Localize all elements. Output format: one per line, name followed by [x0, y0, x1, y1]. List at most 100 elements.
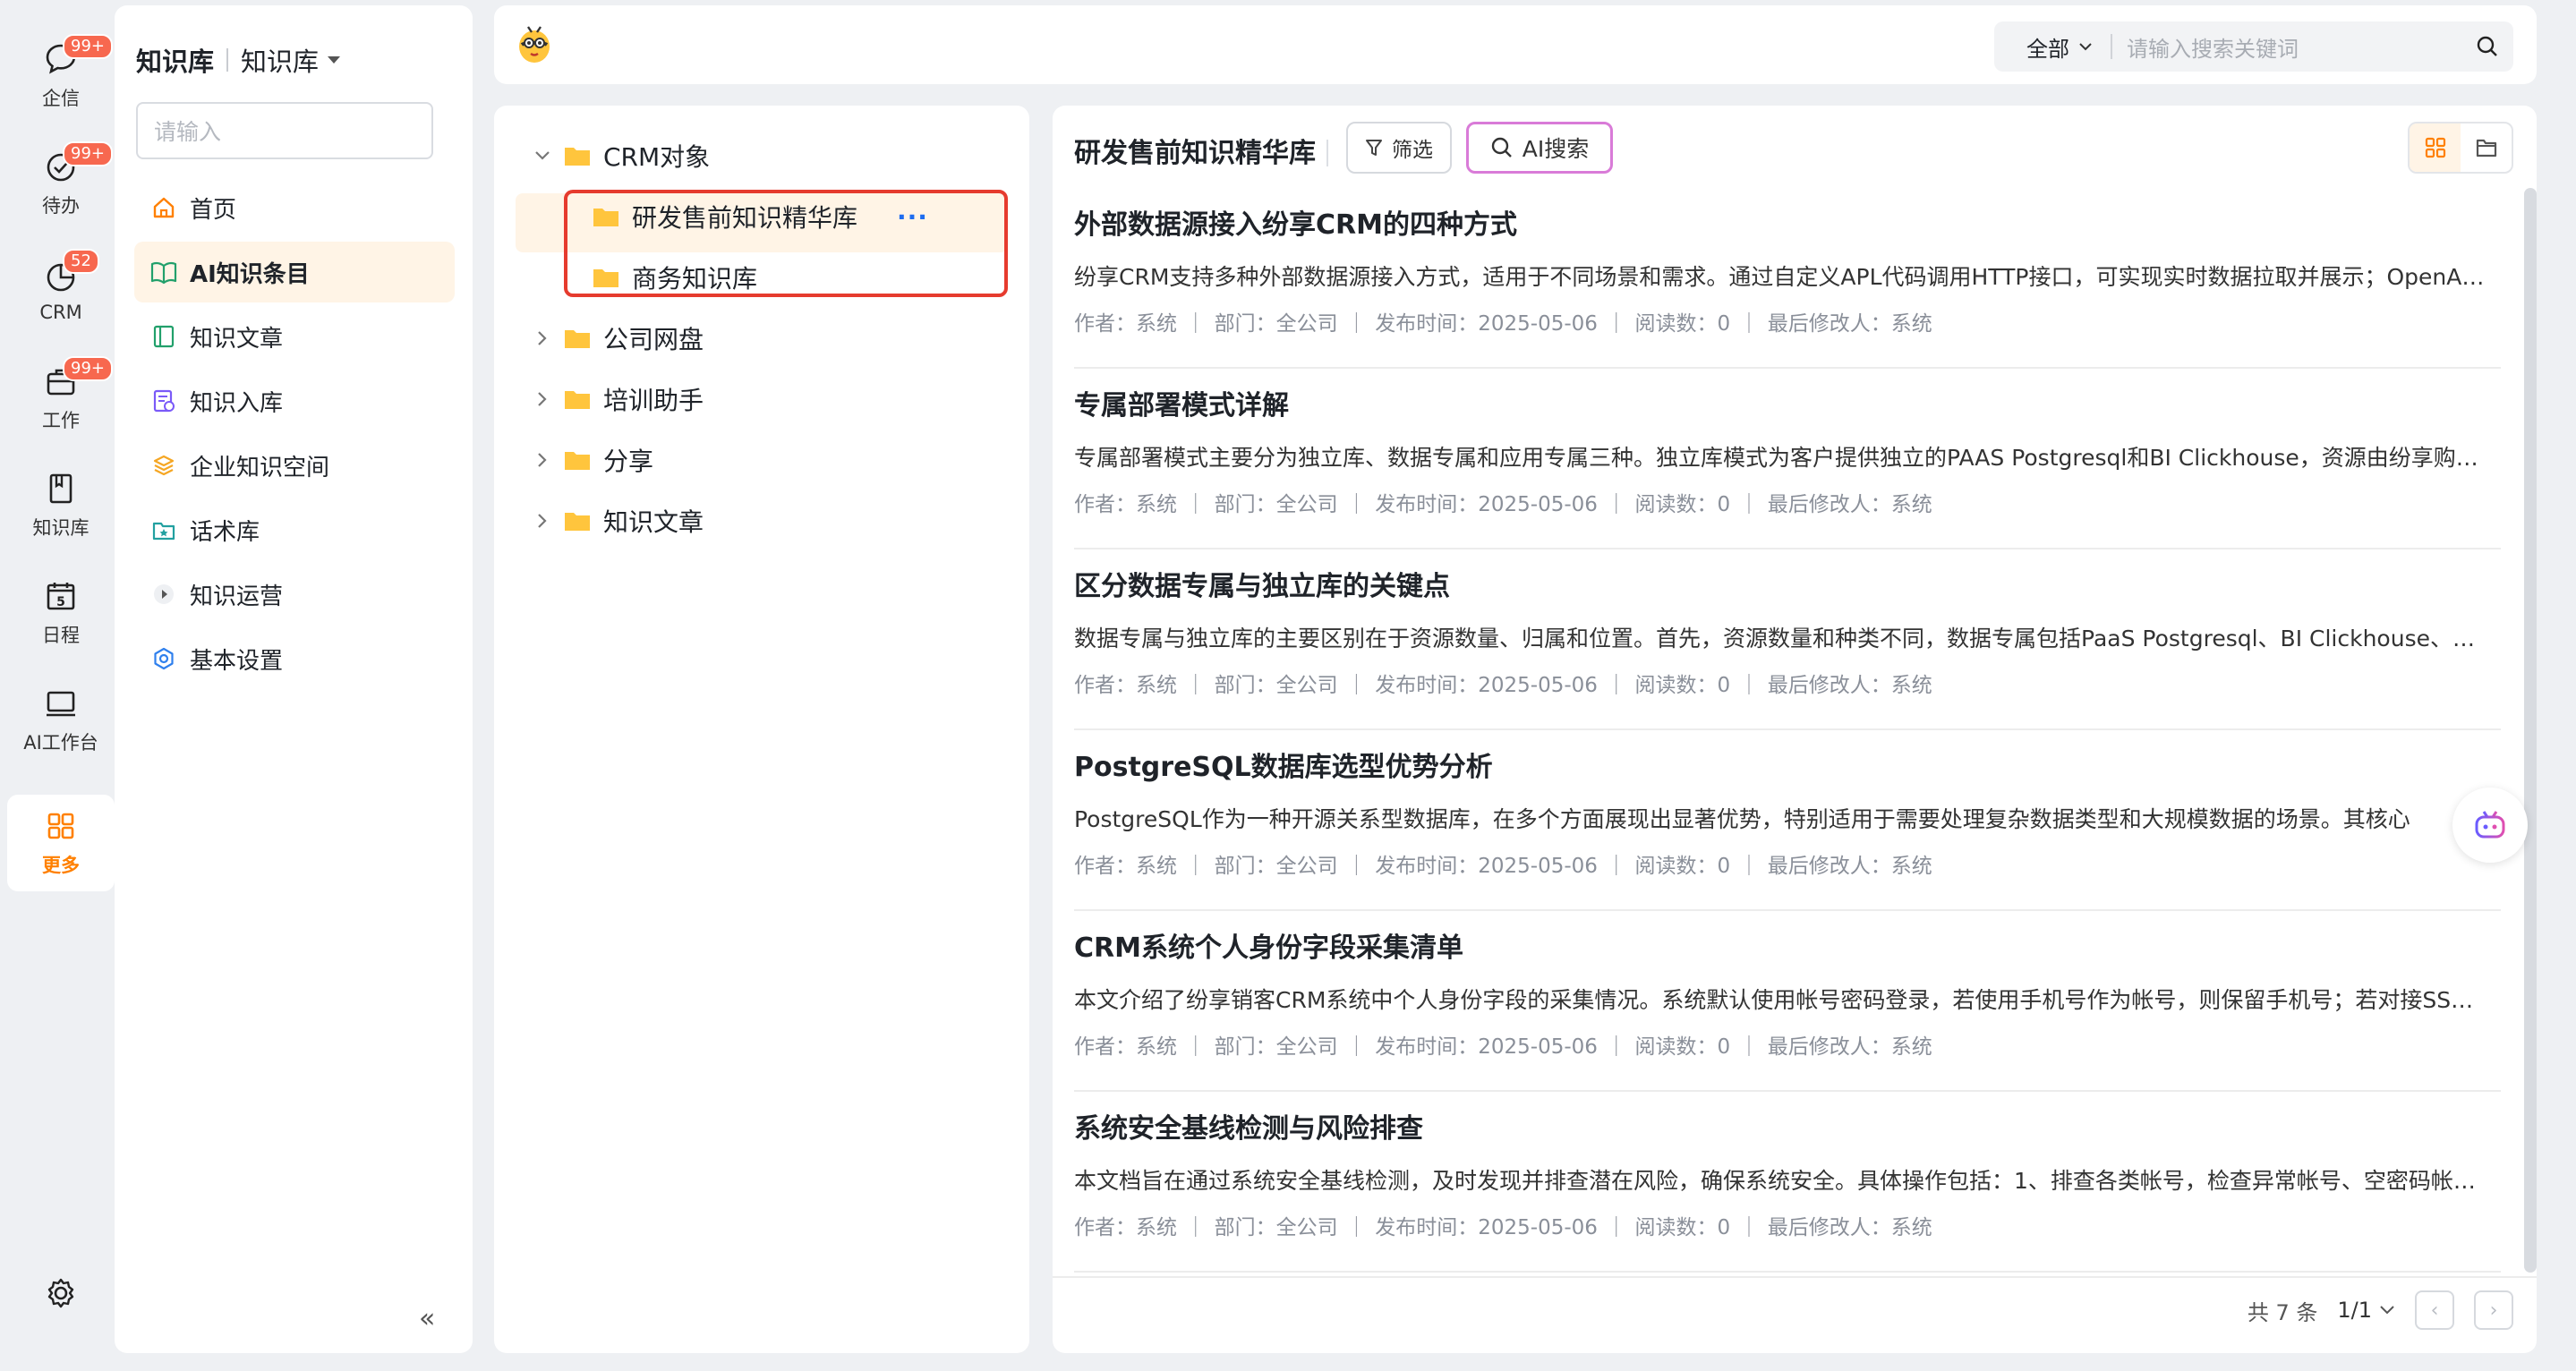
chevron-right-icon[interactable]: [533, 512, 551, 530]
article-summary: PostgreSQL作为一种开源关系型数据库，在多个方面展现出显著优势，特别适用…: [1074, 806, 2410, 832]
rail-item-more[interactable]: 更多: [7, 795, 115, 891]
ai-assistant-button[interactable]: [2452, 788, 2528, 863]
prev-page-button[interactable]: ‹: [2415, 1290, 2454, 1330]
sidebar-search-input[interactable]: 请输入: [136, 102, 433, 159]
filter-icon: [1366, 140, 1382, 156]
article-card[interactable]: 系统安全基线检测与风险排查 本文档旨在通过系统安全基线检测，及时发现并排查潜在风…: [1074, 1092, 2501, 1273]
tree-node-label: 培训助手: [603, 386, 704, 415]
tree-node-root[interactable]: CRM对象: [533, 125, 710, 186]
folder-icon: [565, 391, 590, 409]
rail-label: 日程: [42, 625, 80, 646]
article-title[interactable]: CRM系统个人身份字段采集清单: [1074, 925, 1463, 965]
folder-view-button[interactable]: [2461, 123, 2512, 172]
nav-item-settings[interactable]: 基本设置: [134, 628, 455, 689]
nav-label: AI知识条目: [190, 260, 310, 288]
nav-label: 知识文章: [190, 325, 284, 353]
settings-hex-icon: [154, 647, 174, 670]
rail-label: CRM: [39, 302, 82, 323]
page-indicator: 1/1: [2337, 1298, 2372, 1323]
annotation-highlight-box: [564, 190, 1008, 297]
article-title[interactable]: 区分数据专属与独立库的关键点: [1074, 564, 1450, 603]
rail-item-calendar[interactable]: 5 日程: [7, 564, 115, 662]
divider: [1053, 1276, 2537, 1278]
article-card[interactable]: PostgreSQL数据库选型优势分析 PostgreSQL作为一种开源关系型数…: [1074, 730, 2501, 911]
ai-search-label: AI搜索: [1522, 136, 1590, 162]
calendar-day: 5: [56, 595, 65, 609]
search-scope-select[interactable]: 全部: [1994, 31, 2111, 63]
mascot-logo-icon: [519, 26, 550, 63]
nav-item-enterprise-space[interactable]: 企业知识空间: [134, 435, 455, 496]
global-search: 全部 请输入搜索关键词: [1994, 21, 2513, 72]
article-summary: 专属部署模式主要分为独立库、数据专属和应用专属三种。独立库模式为客户提供独立的P…: [1074, 445, 2488, 471]
tree-node[interactable]: 培训助手: [533, 369, 704, 430]
divider: [226, 48, 229, 72]
page-select[interactable]: 1/1: [2337, 1298, 2395, 1323]
chevron-right-icon[interactable]: [533, 390, 551, 408]
tree-node[interactable]: 公司网盘: [533, 308, 704, 369]
tree-node[interactable]: 知识文章: [533, 490, 704, 551]
knowledge-sidebar: 知识库 知识库 请输入 首页 AI知识条目 知识文章 知识入库 企业知识空间 话…: [115, 5, 473, 1353]
rail-label: AI工作台: [23, 732, 98, 754]
chevron-right-icon[interactable]: [533, 451, 551, 469]
rail-item-crm[interactable]: 52 CRM: [7, 242, 115, 340]
article-meta: 作者：系统 ｜ 部门：全公司 ｜ 发布时间：2025-05-06 ｜ 阅读数：0…: [1074, 674, 1932, 697]
nav-item-ai-entries[interactable]: AI知识条目: [134, 242, 455, 302]
nav-item-ingest[interactable]: 知识入库: [134, 370, 455, 431]
monitor-icon: [47, 691, 75, 717]
tree-node-label: 分享: [603, 447, 654, 476]
folder-view-icon: [2476, 139, 2496, 158]
tree-node-label: CRM对象: [603, 142, 711, 172]
article-title[interactable]: 专属部署模式详解: [1074, 383, 1289, 422]
article-title[interactable]: PostgreSQL数据库选型优势分析: [1074, 745, 1493, 784]
rail-item-messages[interactable]: 99+ 企信: [7, 27, 115, 125]
article-card[interactable]: 专属部署模式详解 专属部署模式主要分为独立库、数据专属和应用专属三种。独立库模式…: [1074, 369, 2501, 549]
chevron-right-icon[interactable]: [533, 329, 551, 347]
nav-item-home[interactable]: 首页: [134, 177, 455, 238]
nav-item-articles[interactable]: 知识文章: [134, 306, 455, 367]
chevron-down-icon[interactable]: [533, 149, 551, 162]
rail-badge: 99+: [63, 356, 113, 381]
rail-label: 知识库: [32, 517, 90, 539]
rail-item-work[interactable]: 99+ 工作: [7, 349, 115, 447]
rail-item-ai-workbench[interactable]: AI工作台: [7, 671, 115, 770]
rail-label: 企信: [42, 88, 80, 109]
library-switcher[interactable]: 知识库: [241, 41, 342, 79]
next-page-button[interactable]: ›: [2474, 1290, 2513, 1330]
article-card[interactable]: CRM系统个人身份字段采集清单 本文介绍了纷享销客CRM系统中个人身份字段的采集…: [1074, 911, 2501, 1092]
article-title[interactable]: 外部数据源接入纷享CRM的四种方式: [1074, 202, 1517, 242]
scrollbar[interactable]: [2524, 188, 2537, 1273]
article-card[interactable]: 外部数据源接入纷享CRM的四种方式 纷享CRM支持多种外部数据源接入方式，适用于…: [1074, 188, 2501, 369]
open-book-icon: [150, 261, 177, 285]
calendar-icon: 5: [47, 583, 75, 610]
ai-search-button[interactable]: AI搜索: [1466, 122, 1613, 174]
rail-item-knowledge[interactable]: 知识库: [7, 456, 115, 555]
nav-label: 企业知识空间: [190, 454, 330, 481]
rail-item-todo[interactable]: 99+ 待办: [7, 134, 115, 233]
nav-label: 首页: [190, 196, 237, 224]
nav-label: 基本设置: [190, 647, 284, 675]
rail-badge: 99+: [63, 141, 113, 166]
collapse-sidebar-button[interactable]: «: [419, 1303, 435, 1334]
settings-button[interactable]: [7, 1244, 115, 1342]
grid-apps-icon: [47, 813, 74, 839]
document-import-icon: [153, 389, 175, 413]
article-summary: 本文介绍了纷享销客CRM系统中个人身份字段的采集情况。系统默认使用帐号密码登录，…: [1074, 987, 2488, 1013]
article-summary: 纷享CRM支持多种外部数据源接入方式，适用于不同场景和需求。通过自定义APL代码…: [1074, 264, 2488, 290]
article-summary: 本文档旨在通过系统安全基线检测，及时发现并排查潜在风险，确保系统安全。具体操作包…: [1074, 1168, 2488, 1194]
card-view-button[interactable]: [2410, 123, 2461, 172]
article-card[interactable]: 区分数据专属与独立库的关键点 数据专属与独立库的主要区别在于资源数量、归属和位置…: [1074, 549, 2501, 730]
tree-node-label: 知识文章: [603, 507, 704, 537]
rail-label: 更多: [42, 855, 80, 876]
nav-item-scripts[interactable]: 话术库: [134, 499, 455, 560]
nav-label: 知识入库: [190, 389, 284, 417]
article-meta: 作者：系统 ｜ 部门：全公司 ｜ 发布时间：2025-05-06 ｜ 阅读数：0…: [1074, 1035, 1932, 1059]
filter-button[interactable]: 筛选: [1346, 122, 1452, 174]
ai-search-icon: [1491, 137, 1512, 158]
search-icon[interactable]: [2476, 35, 2499, 58]
search-scope-label: 全部: [2026, 36, 2069, 62]
nav-item-operations[interactable]: 知识运营: [134, 564, 455, 625]
folder-icon: [565, 452, 590, 470]
tree-node[interactable]: 分享: [533, 430, 653, 490]
article-title[interactable]: 系统安全基线检测与风险排查: [1074, 1106, 1423, 1145]
global-search-input[interactable]: 请输入搜索关键词: [2112, 31, 2476, 63]
